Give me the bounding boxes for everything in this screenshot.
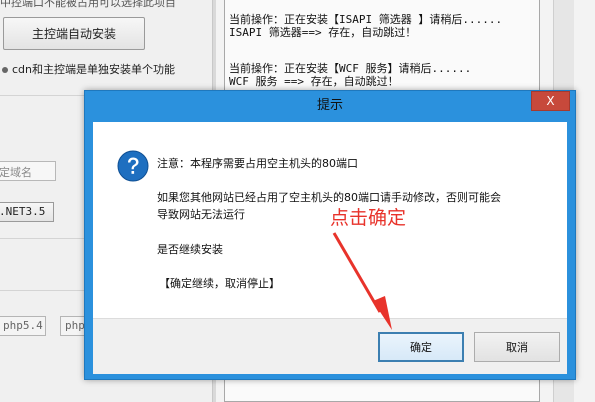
body-line-2: 导致网站无法运行 xyxy=(157,208,245,221)
domain-field[interactable]: 定域名 xyxy=(0,161,56,181)
close-icon: X xyxy=(546,94,555,108)
annotation-text: 点击确定 xyxy=(330,207,407,229)
dialog-footer: 确定 取消 xyxy=(93,318,567,374)
dialog-title: 提示 xyxy=(316,98,343,113)
install-description: cdn和主控端是单独安装单个功能 xyxy=(0,61,175,77)
top-note: 中控端口不能被占用可以选择此项目 xyxy=(0,0,176,9)
php54-button[interactable]: php5.4 xyxy=(0,316,46,336)
bullet-icon xyxy=(2,67,8,73)
body-line-1: 如果您其他网站已经占用了空主机头的80端口请手动修改，否则可能会 xyxy=(157,191,501,204)
description-text: cdn和主控端是单独安装单个功能 xyxy=(12,63,176,76)
ok-button[interactable]: 确定 xyxy=(378,332,464,362)
hint-text: 【确定继续，取消停止】 xyxy=(159,277,280,290)
question-icon xyxy=(117,150,149,182)
question-text: 是否继续安装 xyxy=(157,243,223,256)
main-install-button[interactable]: 主控端自动安装 xyxy=(3,17,145,50)
close-button[interactable]: X xyxy=(531,91,570,111)
notice-text: 注意：本程序需要占用空主机头的80端口 xyxy=(157,157,358,170)
log-line: 当前操作：正在安装【ISAPI 筛选器 】请稍后...... xyxy=(229,13,503,26)
log-line: ISAPI 筛选器==> 存在，自动跳过！ xyxy=(229,26,417,39)
net35-button[interactable]: .NET3.5 xyxy=(0,202,54,222)
log-line: 当前操作：正在安装【WCF 服务】请稍后...... xyxy=(229,62,472,75)
confirm-dialog: 提示 X 注意：本程序需要占用空主机头的80端口 如果您其他网站已经占用了空主机… xyxy=(84,90,576,380)
log-line: WCF 服务 ==> 存在，自动跳过！ xyxy=(229,75,399,88)
cancel-button[interactable]: 取消 xyxy=(474,332,560,362)
